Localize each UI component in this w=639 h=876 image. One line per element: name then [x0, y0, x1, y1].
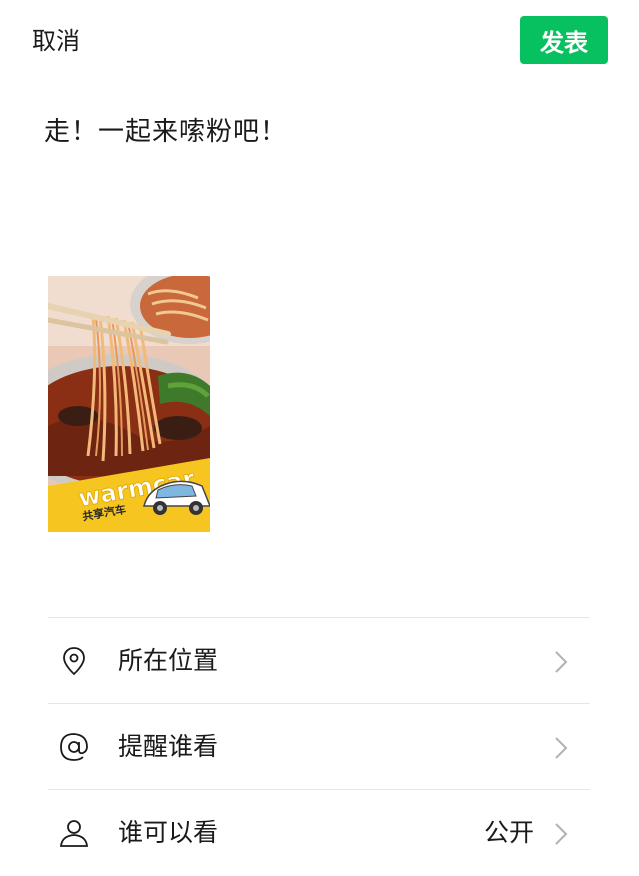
publish-button[interactable]: 发表: [520, 16, 608, 64]
chevron-right-icon: [555, 823, 568, 845]
top-bar: 取消 发表: [0, 0, 639, 84]
option-value: 公开: [483, 818, 534, 847]
option-label: 所在位置: [118, 646, 219, 675]
location-pin-icon: [63, 647, 85, 676]
cancel-button[interactable]: 取消: [32, 24, 80, 58]
option-mention[interactable]: 提醒谁看: [48, 704, 590, 790]
chevron-right-icon: [555, 651, 568, 673]
post-text-input[interactable]: 走！一起来嗦粉吧！: [44, 114, 604, 150]
person-icon: [60, 820, 88, 847]
option-location[interactable]: 所在位置: [48, 618, 590, 704]
noodle-photo: warmcar 共享汽车: [48, 276, 210, 532]
post-image-thumbnail[interactable]: warmcar 共享汽车: [48, 276, 210, 532]
option-label: 谁可以看: [118, 818, 219, 847]
option-visibility[interactable]: 谁可以看 公开: [48, 790, 590, 876]
chevron-right-icon: [555, 737, 568, 759]
at-sign-icon: [60, 733, 88, 761]
option-label: 提醒谁看: [118, 732, 219, 761]
